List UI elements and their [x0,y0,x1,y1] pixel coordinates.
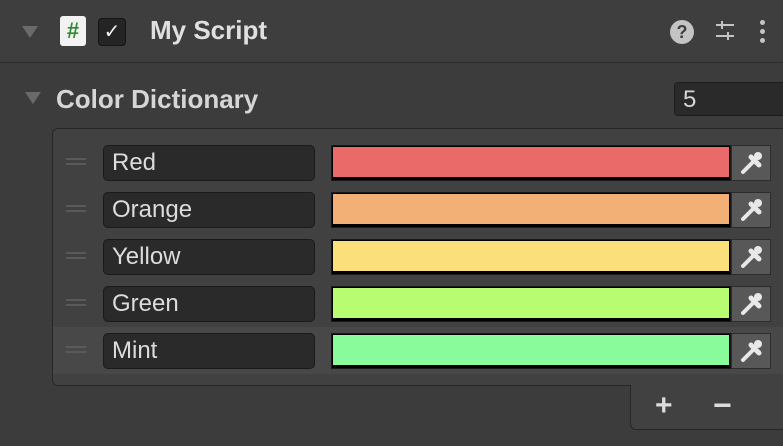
component-foldout-arrow-icon[interactable] [22,26,38,38]
dictionary-foldout-arrow-icon[interactable] [25,92,41,104]
drag-handle-icon[interactable] [66,346,86,355]
eyedropper-button[interactable] [731,239,771,275]
preset-sliders-icon[interactable] [713,18,737,44]
color-swatch [333,194,729,224]
color-swatch [333,288,729,318]
eyedropper-icon [741,246,762,268]
csharp-script-icon: # [60,16,86,46]
component-title: My Script [150,15,268,45]
add-element-button[interactable]: + [655,389,673,423]
color-swatch [333,335,729,365]
component-header: # ✓ My Script ? [0,0,783,63]
drag-handle-icon[interactable] [66,205,86,214]
context-menu-icon[interactable] [757,17,767,45]
list-footer: + − [630,385,783,430]
key-field[interactable]: Mint [103,333,315,369]
key-field[interactable]: Green [103,286,315,322]
color-field[interactable] [331,286,731,322]
color-field[interactable] [331,239,731,275]
list-item: Orange [53,186,783,233]
dictionary-header-row: Color Dictionary 5 [0,70,783,128]
color-swatch [333,241,729,271]
list-item: Mint [53,327,783,374]
list-item: Yellow [53,233,783,280]
drag-handle-icon[interactable] [66,252,86,261]
eyedropper-icon [741,152,762,174]
key-field[interactable]: Orange [103,192,315,228]
key-field[interactable]: Yellow [103,239,315,275]
eyedropper-button[interactable] [731,286,771,322]
drag-handle-icon[interactable] [66,158,86,167]
list-item: Green [53,280,783,327]
color-field[interactable] [331,192,731,228]
eyedropper-icon [741,340,762,362]
dictionary-size-field[interactable]: 5 [674,82,783,116]
key-field[interactable]: Red [103,145,315,181]
component-enabled-checkbox[interactable]: ✓ [98,18,126,46]
list-item: Red [53,139,783,186]
eyedropper-icon [741,293,762,315]
color-swatch [333,147,729,177]
eyedropper-button[interactable] [731,333,771,369]
drag-handle-icon[interactable] [66,299,86,308]
color-field[interactable] [331,145,731,181]
eyedropper-icon [741,199,762,221]
dictionary-label: Color Dictionary [56,84,259,114]
help-icon[interactable]: ? [670,20,694,44]
eyedropper-button[interactable] [731,192,771,228]
remove-element-button[interactable]: − [713,387,732,424]
dictionary-list: Red Orange Yellow Green Mint [52,128,783,386]
eyedropper-button[interactable] [731,145,771,181]
color-field[interactable] [331,333,731,369]
